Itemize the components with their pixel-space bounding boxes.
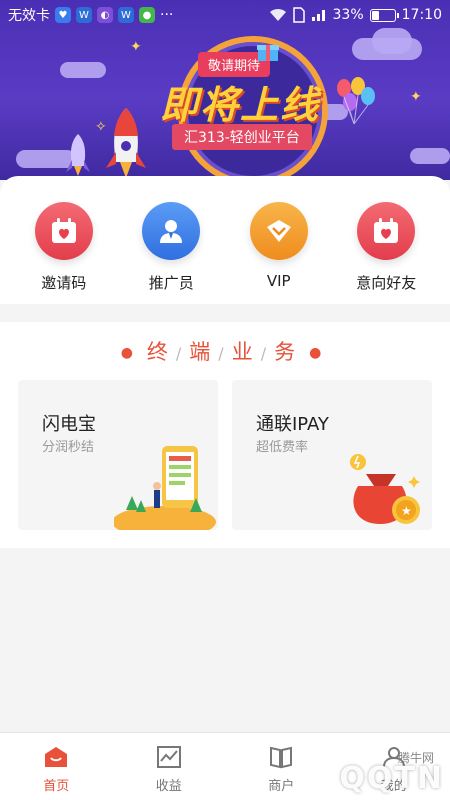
status-bar: 无效卡 ♥ W ◐ W ● ··· 33% 17:10 xyxy=(0,0,450,30)
bottom-tab-bar: 首页 收益 商户 我的 腾牛网 QQTN xyxy=(0,732,450,800)
phone-illustration-icon xyxy=(114,446,216,530)
calendar-heart-icon xyxy=(34,202,93,260)
small-rocket-icon xyxy=(66,134,90,176)
tab-merchants[interactable]: 商户 xyxy=(225,733,338,800)
signal-icon xyxy=(311,10,325,21)
section-title: ● 终/端/业/务 ● xyxy=(120,340,330,364)
money-bag-icon: ★ xyxy=(350,454,420,524)
gift-icon xyxy=(257,45,279,61)
promo-title: 即将上线 xyxy=(160,83,321,127)
clock: 17:10 xyxy=(401,7,442,23)
calendar-heart-icon xyxy=(357,202,416,260)
battery-percent: 33% xyxy=(332,7,364,23)
wifi-icon xyxy=(269,8,286,21)
quick-item-invite-code[interactable]: 邀请码 xyxy=(19,176,109,304)
quick-item-vip[interactable]: VIP xyxy=(234,176,324,304)
tab-earnings[interactable]: 收益 xyxy=(113,733,226,800)
tab-home[interactable]: 首页 xyxy=(0,733,113,800)
carrier-label: 无效卡 xyxy=(8,8,50,24)
wechat-icon: ● xyxy=(139,7,155,23)
quick-item-label: 推广员 xyxy=(148,274,194,292)
sim-icon xyxy=(292,7,305,23)
card-subtitle: 分润秒结 xyxy=(42,440,95,455)
rocket-icon xyxy=(106,108,146,178)
quick-menu: 邀请码 推广员 VIP 意向好友 xyxy=(0,176,450,304)
quick-item-promoter[interactable]: 推广员 xyxy=(126,176,216,304)
book-icon xyxy=(270,746,293,769)
watermark: 腾牛网 QQTN xyxy=(339,751,444,796)
top-banner[interactable]: ✦ ✦ ✧ 敬请期待 即将上线 汇313-轻创业平台 无效卡 ♥ W ◐ W ●… xyxy=(0,0,450,180)
quick-item-label: 邀请码 xyxy=(41,274,87,292)
terminal-business-section: ● 终/端/业/务 ● 闪电宝 分润秒结 通联IPAY 超低费率 ★ xyxy=(0,322,450,548)
chart-icon xyxy=(156,746,181,768)
diamond-chevron-icon xyxy=(249,202,308,260)
card-subtitle: 超低费率 xyxy=(256,440,309,455)
app-notification-icon: ◐ xyxy=(97,7,113,23)
promo-subtitle: 汇313-轻创业平台 xyxy=(172,124,312,150)
app-notification-icon: W xyxy=(118,7,134,23)
business-card-shandianbao[interactable]: 闪电宝 分润秒结 xyxy=(18,380,218,530)
quick-item-label: 意向好友 xyxy=(356,274,417,292)
quick-item-intended-friends[interactable]: 意向好友 xyxy=(341,176,431,304)
tab-label: 商户 xyxy=(268,779,295,794)
home-icon xyxy=(45,747,68,767)
business-card-tonglian-ipay[interactable]: 通联IPAY 超低费率 ★ xyxy=(232,380,432,530)
tab-label: 首页 xyxy=(43,779,70,794)
battery-icon xyxy=(369,8,399,22)
app-notification-icon: ♥ xyxy=(55,7,71,23)
svg-text:★: ★ xyxy=(401,504,412,518)
tab-label: 收益 xyxy=(155,779,182,794)
balloons-icon xyxy=(337,77,375,125)
card-title: 闪电宝 xyxy=(42,414,96,435)
card-title: 通联IPAY xyxy=(256,414,329,435)
app-notification-icon: W xyxy=(76,7,92,23)
quick-item-label: VIP xyxy=(266,272,291,290)
more-notifications-icon: ··· xyxy=(160,7,174,23)
user-icon xyxy=(142,202,201,260)
